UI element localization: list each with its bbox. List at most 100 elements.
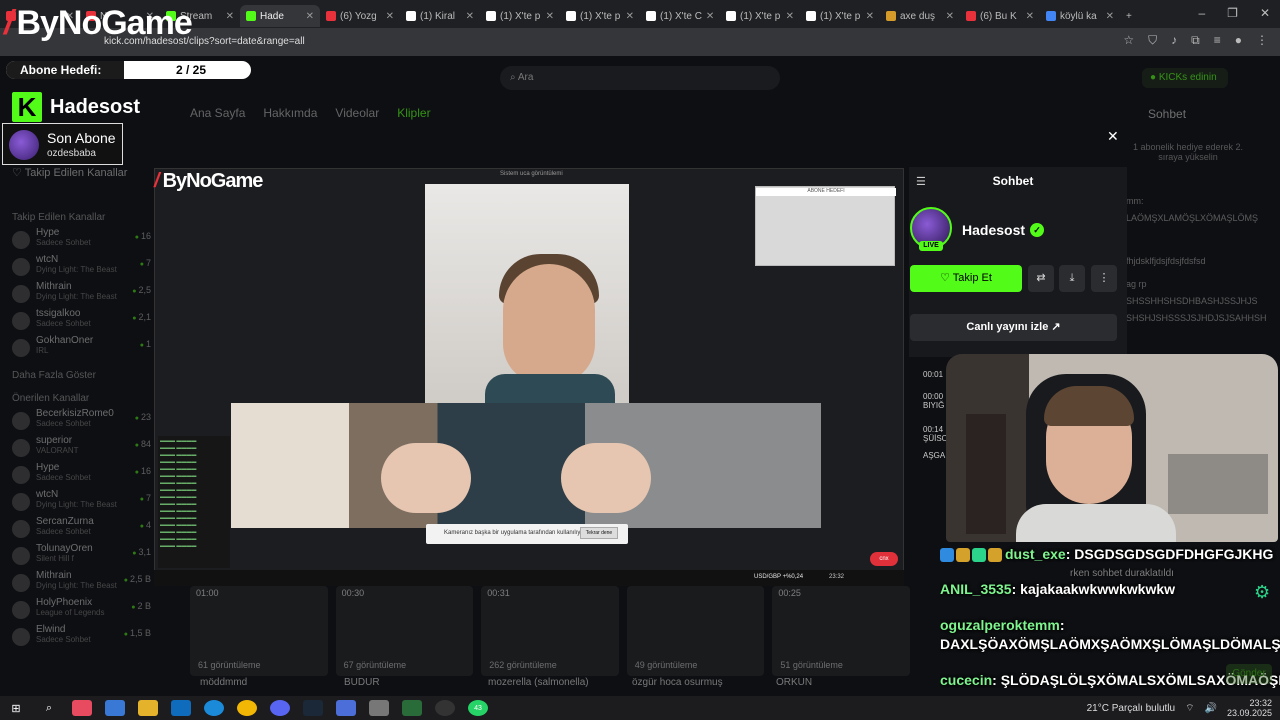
browser-tab[interactable]: (1) X'te p ✕ [560,5,640,27]
clock[interactable]: 23:32 23.09.2025 [1227,698,1272,718]
browser-tab[interactable]: Hade ✕ [240,5,320,27]
taskview-icon[interactable] [105,700,125,716]
clip-card[interactable]: 00:25 51 görüntüleme [772,586,910,676]
tab-close-icon[interactable]: ✕ [706,11,714,22]
minimize-button[interactable]: – [1198,6,1205,20]
sidebar-channel[interactable]: wtcNDying Light: The Beast 7 [0,489,155,516]
chat-username[interactable]: ANIL_3535 [940,581,1012,597]
sidebar-channel[interactable]: GokhanOnerIRL 1 [0,335,155,362]
profile-avatar[interactable]: ● [1235,33,1242,48]
menu-kebab-icon[interactable]: ⋮ [1256,33,1268,48]
more-button[interactable]: ⋮ [1091,265,1117,292]
clip-title[interactable]: möddmmd [190,677,334,688]
sidebar-channel[interactable]: HypeSadece Sohbet16 [0,462,155,489]
gear-icon[interactable]: ⚙ [1254,582,1276,604]
sidebar-channel[interactable]: MithrainDying Light: The Beast2,5 [0,281,155,308]
search-icon[interactable]: ⌕ [39,700,59,716]
browser-tab[interactable]: (6) Bu K ✕ [960,5,1040,27]
end-call-button[interactable]: cnx [870,552,898,566]
browser-tab[interactable]: (1) X'te p ✕ [720,5,800,27]
app-icon[interactable] [336,700,356,716]
chat-username[interactable]: oguzalperoktemm [940,617,1060,633]
sidebar-channel[interactable]: wtcNDying Light: The Beast 7 [0,254,155,281]
sidebar-channel[interactable]: SercanZurnaSadece Sohbet 4 [0,516,155,543]
obs-icon[interactable] [435,700,455,716]
maximize-button[interactable]: ❐ [1227,6,1238,20]
sidebar-channel[interactable]: TolunayOrenSilent Hill f3,1 [0,543,155,570]
clip-card[interactable]: 00:30 67 görüntüleme [335,586,474,676]
clip-title[interactable]: mozerella (salmonella) [478,677,622,688]
copilot-icon[interactable] [72,700,92,716]
send-button[interactable]: Gönder [1226,664,1272,684]
sidebar-channel[interactable]: HypeSadece Sohbet16 [0,227,155,254]
nav-tab[interactable]: Videolar [335,106,379,120]
clip-timestamp[interactable]: 00:14 ŞÜİSO [923,425,948,443]
show-more-link[interactable]: Daha Fazla Göster [0,362,155,385]
chrome-icon[interactable] [237,700,257,716]
tab-close-icon[interactable]: ✕ [866,11,874,22]
tab-close-icon[interactable]: ✕ [786,11,794,22]
chat-username[interactable]: dust_exe [1005,546,1066,562]
nav-tab[interactable]: Hakkımda [263,106,317,120]
download-button[interactable]: ⤓ [1059,265,1085,292]
tab-close-icon[interactable]: ✕ [626,11,634,22]
follow-button[interactable]: ♡ Takip Et [910,265,1022,292]
sidebar-channel[interactable]: HolyPhoenixLeague of Legends2 B [0,597,155,624]
kicks-button[interactable]: ● KICKs edinin [1142,68,1228,88]
tab-close-icon[interactable]: ✕ [1026,11,1034,22]
extensions-icon[interactable]: ⧉ [1191,33,1200,48]
sidebar-channel[interactable]: superiorVALORANT84 [0,435,155,462]
browser-tab[interactable]: (1) X'te p ✕ [800,5,880,27]
shield-icon[interactable]: ⛉ [1148,33,1157,48]
outlook-icon[interactable] [171,700,191,716]
media-icon[interactable]: ≡ [1214,33,1221,48]
followed-channels-link[interactable]: ♡ Takip Edilen Kanallar [12,166,127,179]
browser-tab[interactable]: (1) X'te p ✕ [480,5,560,27]
edge-icon[interactable] [204,700,224,716]
clip-card[interactable]: 01:00 61 görüntüleme [190,586,328,676]
sidebar-channel[interactable]: MithrainDying Light: The Beast2,5 B [0,570,155,597]
volume-icon[interactable]: 🔊 [1205,703,1217,714]
close-icon[interactable]: ✕ [1107,128,1119,145]
tab-close-icon[interactable]: ✕ [386,11,394,22]
nav-tab[interactable]: Ana Sayfa [190,106,245,120]
clip-title[interactable]: ORKUN [766,677,910,688]
chat-username[interactable]: cucecin [940,672,992,688]
browser-tab[interactable]: köylü ka ✕ [1040,5,1120,27]
tab-close-icon[interactable]: ✕ [226,11,234,22]
clip-title[interactable]: özgür hoca osurmuş [622,677,766,688]
app-icon[interactable] [369,700,389,716]
audio-icon[interactable]: ♪ [1171,33,1177,48]
bookmark-star-icon[interactable]: ☆ [1123,33,1134,48]
tab-close-icon[interactable]: ✕ [1106,11,1114,22]
steam-icon[interactable] [303,700,323,716]
browser-tab[interactable]: (1) Kiral ✕ [400,5,480,27]
clip-timestamp[interactable]: 00:00 BIYIĞ [923,392,944,410]
windows-start-icon[interactable]: ⊞ [6,700,26,716]
sidebar-channel[interactable]: BecerkisizRome0Sadece Sohbet23 [0,408,155,435]
clip-timestamp[interactable]: AŞGA [923,451,945,460]
retry-button[interactable]: Tekrar dene [580,527,618,539]
tab-close-icon[interactable]: ✕ [946,11,954,22]
browser-tab[interactable]: (6) Yozg ✕ [320,5,400,27]
channel-name[interactable]: Hadesost [962,222,1025,238]
clip-card[interactable]: 00:31 262 görüntüleme [481,586,619,676]
nav-tab[interactable]: Klipler [397,106,430,120]
clip-card[interactable]: 49 görüntüleme [626,586,765,676]
chrome-active-icon[interactable] [402,700,422,716]
tab-close-icon[interactable]: ✕ [466,11,474,22]
clip-title[interactable]: BUDUR [334,677,478,688]
whatsapp-icon[interactable]: 43 [468,700,488,716]
browser-tab[interactable]: axe duş ✕ [880,5,960,27]
folder-icon[interactable] [138,700,158,716]
new-tab-button[interactable]: + [1120,5,1144,27]
discord-icon[interactable] [270,700,290,716]
clip-timestamp[interactable]: 00:01 [923,370,943,379]
tab-close-icon[interactable]: ✕ [546,11,554,22]
search-input[interactable]: ⌕ Ara [500,66,780,90]
sidebar-channel[interactable]: tssigalkooSadece Sohbet2,1 [0,308,155,335]
sidebar-channel[interactable]: ElwindSadece Sohbet1,5 B [0,624,155,651]
browser-tab[interactable]: (1) X'te C ✕ [640,5,720,27]
share-button[interactable]: ⇄ [1028,265,1054,292]
watch-live-button[interactable]: Canlı yayını izle ↗ [910,314,1117,341]
